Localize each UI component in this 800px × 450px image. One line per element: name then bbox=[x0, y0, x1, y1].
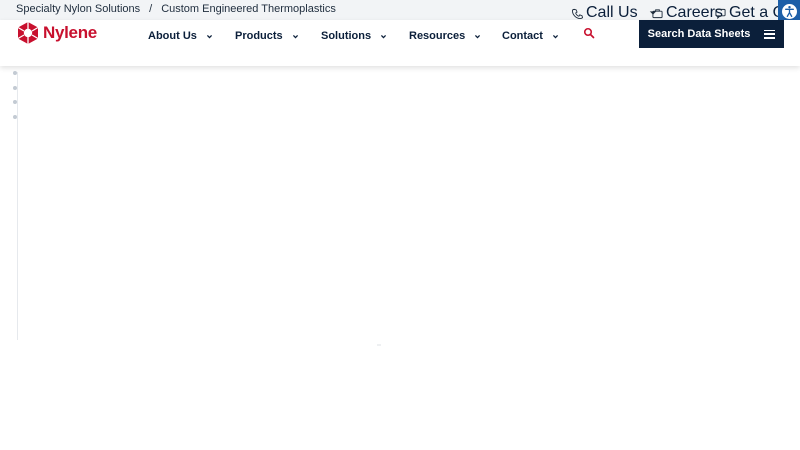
search-icon[interactable] bbox=[583, 27, 595, 39]
slider-dot-1[interactable] bbox=[13, 71, 17, 75]
site-header: Nylene About Us Products Solutions Resou… bbox=[0, 20, 800, 66]
accessibility-button[interactable] bbox=[778, 0, 800, 22]
logo-wordmark: Nylene bbox=[43, 23, 97, 42]
slider-dot-3[interactable] bbox=[13, 100, 17, 104]
slider-divider bbox=[17, 72, 18, 340]
nav-products[interactable]: Products bbox=[235, 30, 299, 42]
search-data-sheets-label: Search Data Sheets bbox=[647, 28, 751, 40]
utility-bar: Specialty Nylon Solutions / Custom Enginee… bbox=[0, 0, 800, 22]
quote-icon bbox=[715, 8, 726, 19]
search-data-sheets-button[interactable]: Search Data Sheets bbox=[639, 20, 784, 48]
chevron-down-icon bbox=[292, 34, 298, 38]
nav-resources[interactable]: Resources bbox=[409, 30, 481, 42]
phone-icon bbox=[572, 8, 583, 19]
briefcase-icon bbox=[652, 8, 663, 18]
tagline-separator: / bbox=[149, 3, 153, 15]
tagline-part-2: Custom Engineered Thermoplastics bbox=[161, 3, 336, 15]
slider-dot-2[interactable] bbox=[13, 85, 17, 90]
chevron-down-icon bbox=[552, 34, 558, 38]
menu-icon bbox=[764, 29, 776, 39]
nav-resources-label: Resources bbox=[409, 30, 466, 42]
site-logo[interactable]: Nylene bbox=[16, 21, 97, 45]
nav-solutions-label: Solutions bbox=[321, 30, 372, 42]
nav-contact-label: Contact bbox=[502, 30, 543, 42]
tagline-part-1: Specialty Nylon Solutions bbox=[16, 3, 141, 15]
tagline: Specialty Nylon Solutions / Custom Enginee… bbox=[16, 3, 336, 15]
nav-solutions[interactable]: Solutions bbox=[321, 30, 387, 42]
nav-about-us-label: About Us bbox=[148, 30, 197, 42]
nylene-logo-icon bbox=[17, 22, 39, 44]
slider-pagination bbox=[13, 71, 17, 129]
accessibility-icon bbox=[781, 3, 797, 19]
faint-mark bbox=[377, 344, 381, 346]
chevron-down-icon bbox=[381, 34, 387, 38]
chevron-down-icon bbox=[206, 34, 212, 38]
slider-dot-4[interactable] bbox=[13, 114, 17, 119]
chevron-down-icon bbox=[475, 34, 481, 38]
nav-about-us[interactable]: About Us bbox=[148, 30, 213, 42]
nav-products-label: Products bbox=[235, 30, 283, 42]
nav-contact[interactable]: Contact bbox=[502, 30, 559, 42]
